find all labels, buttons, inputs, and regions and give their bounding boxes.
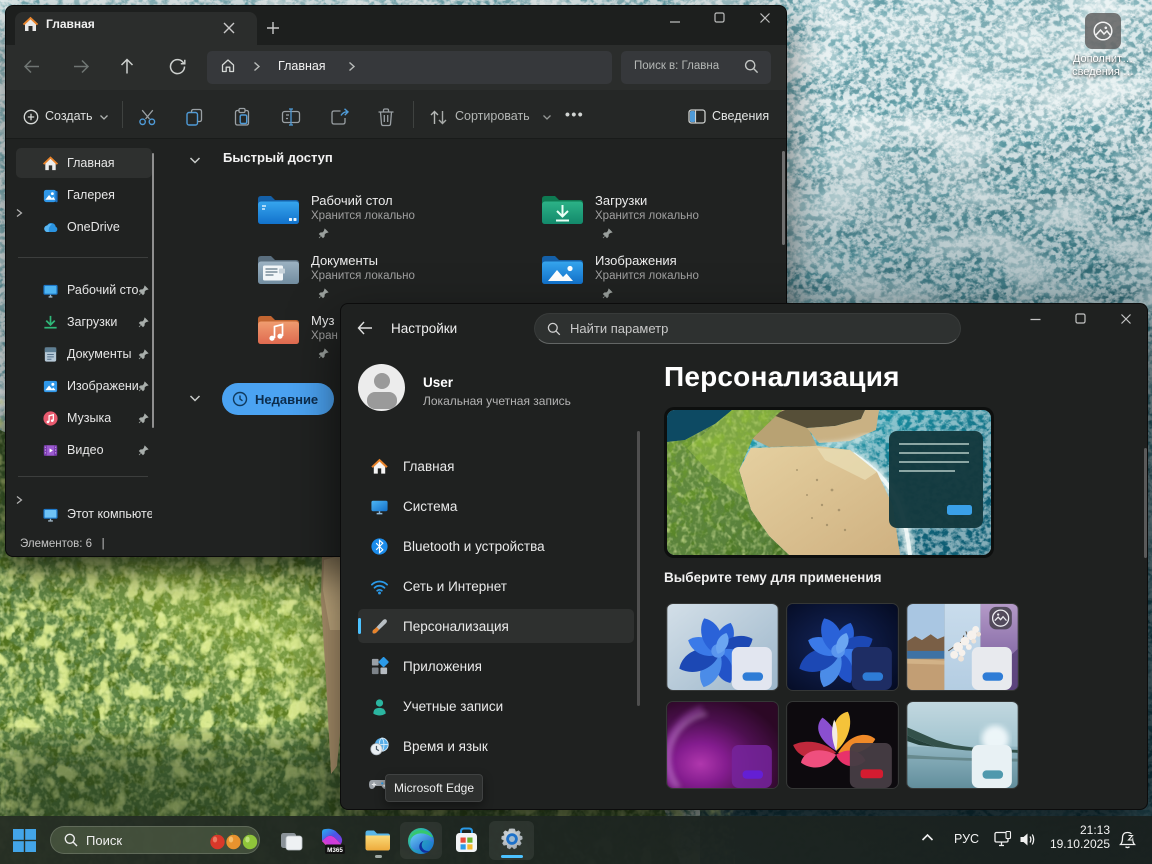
svg-text:M365: M365: [327, 847, 343, 854]
